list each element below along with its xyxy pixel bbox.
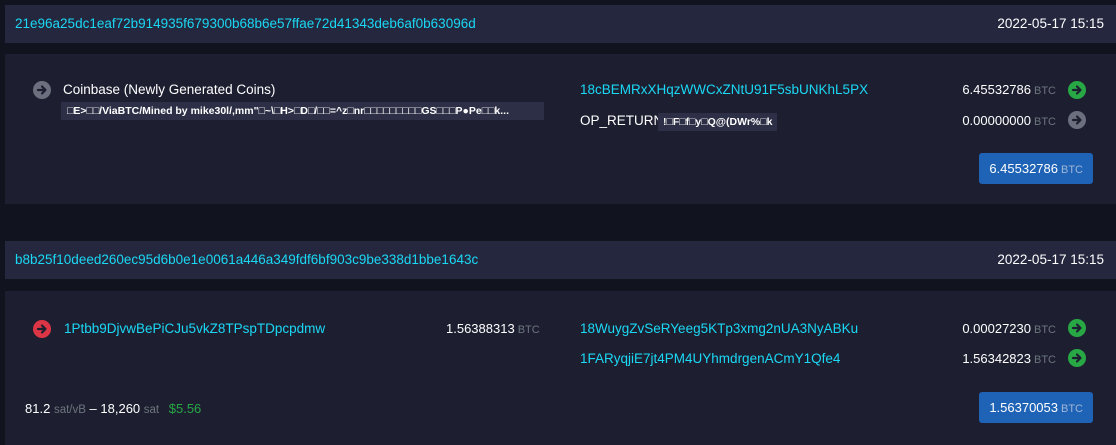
output-amount-value: 0.00027230 <box>962 321 1031 336</box>
output-unspent-arrow-icon[interactable] <box>1068 111 1086 129</box>
op-return-label: OP_RETURN <box>580 113 664 128</box>
transaction-2: b8b25f10deed260ec95d6b0e1e0061a446a349fd… <box>5 241 1116 279</box>
output-amount: 0.00027230 BTC <box>962 321 1056 336</box>
fee-rate-unit: sat/vB <box>53 404 86 416</box>
output-amount-unit: BTC <box>1034 324 1056 336</box>
output-address[interactable]: 1FARyqjiE7jt4PM4UYhmdrgenACmY1Qfe4 <box>580 351 840 366</box>
txid-link[interactable]: b8b25f10deed260ec95d6b0e1e0061a446a349fd… <box>15 252 478 267</box>
output-spent-arrow-icon[interactable] <box>1068 319 1086 337</box>
timestamp: 2022-05-17 15:15 <box>997 16 1104 31</box>
transaction-body: 1Ptbb9DjvwBePiCJu5vkZ8TPspTDpcpdmw 1.563… <box>5 291 1116 445</box>
coinbase-label: Coinbase (Newly Generated Coins) <box>63 82 276 97</box>
input-address[interactable]: 1Ptbb9DjvwBePiCJu5vkZ8TPspTDpcpdmw <box>64 321 325 336</box>
total-amount-button[interactable]: 1.56370053 BTC <box>979 392 1093 423</box>
total-amount-unit: BTC <box>1061 164 1083 176</box>
fee-info: 81.2 sat/vB – 18,260 sat $5.56 <box>25 401 201 416</box>
fee-rate: 81.2 <box>25 401 51 416</box>
transaction-header: 21e96a25dc1eaf72b914935f679300b68b6e57ff… <box>5 5 1116 43</box>
fee-usd: $5.56 <box>168 401 202 416</box>
transaction-header: b8b25f10deed260ec95d6b0e1e0061a446a349fd… <box>5 241 1116 279</box>
output-amount-value: 0.00000000 <box>962 113 1031 128</box>
output-amount: 6.45532786 BTC <box>962 82 1056 97</box>
txid-link[interactable]: 21e96a25dc1eaf72b914935f679300b68b6e57ff… <box>15 16 476 31</box>
op-return-data: !□F□f□y□Q@(DWr%□k <box>658 113 778 131</box>
transaction-1: 21e96a25dc1eaf72b914935f679300b68b6e57ff… <box>5 5 1116 43</box>
output-address[interactable]: 18cBEMRxXHqzWWCxZNtU91F5sbUNKhL5PX <box>580 82 868 97</box>
input-arrow-icon[interactable] <box>33 81 51 99</box>
input-amount: 1.56388313 BTC <box>446 321 540 336</box>
coinbase-scriptsig: □E>□□/ViaBTC/Mined by mike30l/,mm"□~\□H>… <box>61 102 544 120</box>
output-amount-unit: BTC <box>1034 116 1056 128</box>
input-amount-value: 1.56388313 <box>446 321 515 336</box>
output-amount: 0.00000000 BTC <box>962 113 1056 128</box>
output-amount-unit: BTC <box>1034 85 1056 97</box>
output-amount-unit: BTC <box>1034 354 1056 366</box>
output-amount: 1.56342823 BTC <box>962 351 1056 366</box>
input-amount-unit: BTC <box>517 324 540 336</box>
input-arrow-icon[interactable] <box>33 320 51 338</box>
output-amount-value: 6.45532786 <box>962 82 1031 97</box>
total-amount-value: 6.45532786 <box>989 161 1058 176</box>
output-spent-arrow-icon[interactable] <box>1068 81 1086 99</box>
fee-separator: – <box>89 401 97 416</box>
output-amount-value: 1.56342823 <box>962 351 1031 366</box>
transaction-body: Coinbase (Newly Generated Coins) □E>□□/V… <box>5 54 1116 204</box>
fee-size: 18,260 <box>100 401 141 416</box>
output-spent-arrow-icon[interactable] <box>1068 349 1086 367</box>
total-amount-button[interactable]: 6.45532786 BTC <box>979 153 1093 184</box>
timestamp: 2022-05-17 15:15 <box>997 252 1104 267</box>
total-amount-value: 1.56370053 <box>989 400 1058 415</box>
fee-size-unit: sat <box>143 404 160 416</box>
output-address[interactable]: 18WuygZvSeRYeeg5KTp3xmg2nUA3NyABKu <box>580 321 858 336</box>
total-amount-unit: BTC <box>1061 403 1083 415</box>
